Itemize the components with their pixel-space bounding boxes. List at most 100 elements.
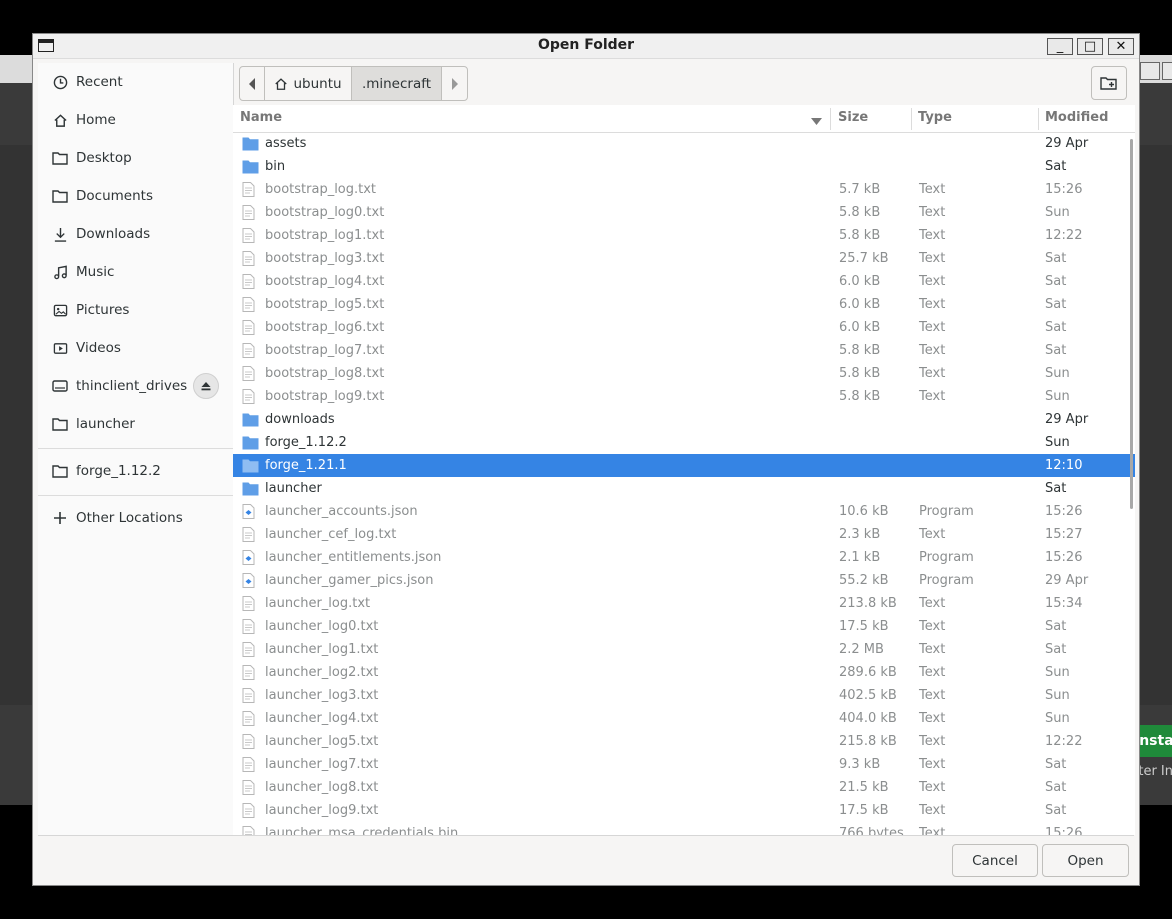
text-file-icon (242, 711, 258, 726)
file-row[interactable]: bootstrap_log1.txt 5.8 kB Text 12:22 (233, 224, 1135, 247)
file-type: Program (919, 504, 974, 519)
sidebar-item-documents[interactable]: Documents (38, 177, 233, 215)
file-row[interactable]: bootstrap_log8.txt 5.8 kB Text Sun (233, 362, 1135, 385)
file-row[interactable]: launcher_log9.txt 17.5 kB Text Sat (233, 799, 1135, 822)
file-row[interactable]: launcher_log2.txt 289.6 kB Text Sun (233, 661, 1135, 684)
sidebar-item-videos[interactable]: Videos (38, 329, 233, 367)
file-row[interactable]: forge_1.12.2 Sun (233, 431, 1135, 454)
sidebar-item-other-locations[interactable]: Other Locations (38, 499, 233, 537)
file-name: launcher_msa_credentials.bin (265, 826, 459, 835)
file-row[interactable]: launcher_entitlements.json 2.1 kB Program 1… (233, 546, 1135, 569)
file-name: launcher_accounts.json (265, 504, 418, 519)
file-modified: Sat (1045, 803, 1067, 818)
background-minimize-button[interactable] (1140, 62, 1160, 80)
file-row[interactable]: launcher_msa_credentials.bin 766 bytes Tex… (233, 822, 1135, 835)
path-segment-label: .minecraft (361, 75, 432, 92)
sidebar-item-label: Pictures (76, 302, 130, 318)
file-row[interactable]: bin Sat (233, 155, 1135, 178)
file-row[interactable]: launcher_log1.txt 2.2 MB Text Sat (233, 638, 1135, 661)
file-name: forge_1.21.1 (265, 458, 347, 473)
file-modified: Sat (1045, 757, 1067, 772)
file-modified: 29 Apr (1045, 136, 1089, 151)
file-row[interactable]: launcher_log7.txt 9.3 kB Text Sat (233, 753, 1135, 776)
file-modified: 29 Apr (1045, 412, 1089, 427)
column-name-header[interactable]: Name (240, 110, 282, 125)
file-row[interactable]: bootstrap_log6.txt 6.0 kB Text Sat (233, 316, 1135, 339)
column-size-header[interactable]: Size (838, 110, 868, 125)
file-row[interactable]: launcher_log0.txt 17.5 kB Text Sat (233, 615, 1135, 638)
drive-icon (52, 378, 68, 394)
column-type-header[interactable]: Type (918, 110, 952, 125)
file-type: Text (919, 527, 946, 542)
clock-icon (52, 74, 68, 90)
maximize-button[interactable]: □ (1077, 38, 1103, 55)
file-row[interactable]: bootstrap_log4.txt 6.0 kB Text Sat (233, 270, 1135, 293)
file-row[interactable]: launcher_accounts.json 10.6 kB Program 15:2… (233, 500, 1135, 523)
open-button[interactable]: Open (1042, 844, 1129, 877)
file-type: Text (919, 205, 946, 220)
sidebar-item-desktop[interactable]: Desktop (38, 139, 233, 177)
file-size: 2.2 MB (839, 642, 884, 657)
file-row[interactable]: bootstrap_log5.txt 6.0 kB Text Sat (233, 293, 1135, 316)
new-folder-button[interactable] (1091, 66, 1127, 100)
sidebar-item-recent[interactable]: Recent (38, 63, 233, 101)
file-row[interactable]: assets 29 Apr (233, 132, 1135, 155)
file-name: launcher_log2.txt (265, 665, 379, 680)
file-row[interactable]: bootstrap_log9.txt 5.8 kB Text Sun (233, 385, 1135, 408)
sidebar-item-music[interactable]: Music (38, 253, 233, 291)
sidebar-item-thinclient-drives[interactable]: thinclient_drives (38, 367, 233, 405)
file-name: forge_1.12.2 (265, 435, 347, 450)
file-type: Text (919, 251, 946, 266)
sidebar-item-pictures[interactable]: Pictures (38, 291, 233, 329)
file-row[interactable]: launcher_log4.txt 404.0 kB Text Sun (233, 707, 1135, 730)
file-size: 6.0 kB (839, 274, 881, 289)
sidebar-item-forge-1-12-2[interactable]: forge_1.12.2 (38, 452, 233, 490)
file-row[interactable]: bootstrap_log3.txt 25.7 kB Text Sat (233, 247, 1135, 270)
path-segment-minecraft[interactable]: .minecraft (352, 67, 442, 100)
sidebar-item-home[interactable]: Home (38, 101, 233, 139)
file-type: Program (919, 573, 974, 588)
places-sidebar: Recent Home Desktop Documents Downloads (38, 63, 234, 835)
sidebar-item-downloads[interactable]: Downloads (38, 215, 233, 253)
file-name: bootstrap_log7.txt (265, 343, 385, 358)
minimize-button[interactable]: _ (1047, 38, 1073, 55)
eject-icon[interactable] (193, 373, 219, 399)
path-forward-button[interactable] (442, 67, 467, 100)
folder-icon (242, 159, 259, 174)
file-modified: Sun (1045, 205, 1070, 220)
cancel-button[interactable]: Cancel (952, 844, 1038, 877)
dialog-footer: Cancel Open (38, 835, 1134, 884)
folder-icon (242, 136, 259, 151)
file-row[interactable]: launcher Sat (233, 477, 1135, 500)
file-size: 6.0 kB (839, 320, 881, 335)
file-type: Program (919, 550, 974, 565)
file-name: launcher_log8.txt (265, 780, 379, 795)
background-maximize-button[interactable] (1162, 62, 1172, 80)
file-row[interactable]: launcher_cef_log.txt 2.3 kB Text 15:27 (233, 523, 1135, 546)
file-row[interactable]: launcher_log8.txt 21.5 kB Text Sat (233, 776, 1135, 799)
text-file-icon (242, 527, 258, 542)
file-row[interactable]: launcher_log3.txt 402.5 kB Text Sun (233, 684, 1135, 707)
file-modified: Sun (1045, 435, 1070, 450)
file-row[interactable]: bootstrap_log7.txt 5.8 kB Text Sat (233, 339, 1135, 362)
sidebar-item-launcher[interactable]: launcher (38, 405, 233, 443)
text-file-icon (242, 665, 258, 680)
column-modified-header[interactable]: Modified (1045, 110, 1108, 125)
path-segment-ubuntu[interactable]: ubuntu (265, 67, 352, 100)
file-row[interactable]: launcher_log5.txt 215.8 kB Text 12:22 (233, 730, 1135, 753)
file-row[interactable]: downloads 29 Apr (233, 408, 1135, 431)
file-row-selected[interactable]: forge_1.21.1 12:10 (233, 454, 1135, 477)
picture-icon (52, 302, 68, 318)
path-back-button[interactable] (240, 67, 265, 100)
file-row[interactable]: launcher_gamer_pics.json 55.2 kB Program 29… (233, 569, 1135, 592)
vertical-scrollbar[interactable] (1130, 139, 1133, 509)
file-modified: Sat (1045, 642, 1067, 657)
file-modified: Sat (1045, 251, 1067, 266)
file-row[interactable]: bootstrap_log.txt 5.7 kB Text 15:26 (233, 178, 1135, 201)
text-file-icon (242, 803, 258, 818)
file-type: Text (919, 343, 946, 358)
file-row[interactable]: launcher_log.txt 213.8 kB Text 15:34 (233, 592, 1135, 615)
file-row[interactable]: bootstrap_log0.txt 5.8 kB Text Sun (233, 201, 1135, 224)
close-button[interactable]: ✕ (1108, 38, 1134, 55)
file-size: 213.8 kB (839, 596, 897, 611)
